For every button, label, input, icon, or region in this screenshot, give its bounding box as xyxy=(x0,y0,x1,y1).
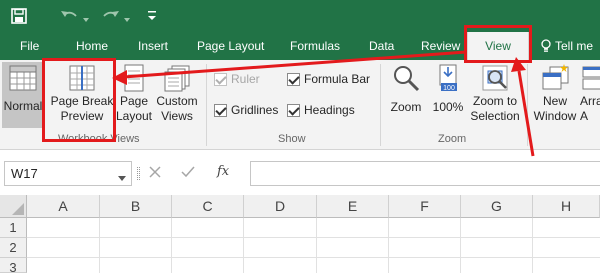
row-header-1[interactable]: 1 xyxy=(0,218,27,238)
gridline xyxy=(316,218,317,273)
formula-controls: fx xyxy=(137,161,247,186)
custom-views-label-line1: Custom xyxy=(156,94,198,108)
page-layout-label-line1: Page xyxy=(119,94,149,108)
zoom-button[interactable]: Zoom xyxy=(386,62,426,115)
enter-check-icon[interactable] xyxy=(181,166,195,181)
insert-function-icon[interactable]: fx xyxy=(217,164,229,179)
formula-input[interactable] xyxy=(250,161,600,186)
new-window-label-line2: Window xyxy=(533,109,577,123)
formula-bar-label: Formula Bar xyxy=(304,72,371,86)
select-all-corner[interactable] xyxy=(0,195,27,218)
normal-view-icon xyxy=(7,62,39,94)
tell-me-search[interactable]: Tell me xyxy=(541,32,593,60)
lightbulb-icon xyxy=(541,39,551,53)
zoom-100-button[interactable]: 100 100% xyxy=(430,62,466,115)
column-header-d[interactable]: D xyxy=(244,195,317,218)
zoom-100-icon: 100 xyxy=(432,62,464,94)
redo-dropdown-icon[interactable] xyxy=(124,12,130,22)
view-tab-highlight-box xyxy=(464,25,532,63)
column-header-e[interactable]: E xyxy=(317,195,389,218)
headings-check-icon xyxy=(287,103,300,117)
formula-bar: W17 fx xyxy=(0,151,600,195)
zoom-100-label: 100% xyxy=(432,100,464,114)
new-window-button[interactable]: New Window xyxy=(532,62,578,124)
zoom-to-selection-button[interactable]: Zoom to Selection xyxy=(468,62,522,124)
customize-qat-icon[interactable] xyxy=(146,9,158,23)
tab-home[interactable]: Home xyxy=(76,32,108,60)
worksheet-grid[interactable]: A B C D E F G H 1 2 3 xyxy=(0,195,600,273)
arrange-all-icon xyxy=(580,62,600,94)
new-window-icon xyxy=(539,62,571,94)
group-divider xyxy=(527,64,528,146)
group-divider xyxy=(380,64,381,146)
redo-icon[interactable] xyxy=(100,5,122,27)
tab-insert[interactable]: Insert xyxy=(138,32,168,60)
ruler-label: Ruler xyxy=(231,72,260,86)
gridline xyxy=(27,257,600,258)
column-header-h[interactable]: H xyxy=(533,195,600,218)
name-box-dropdown-icon[interactable] xyxy=(118,171,128,185)
normal-view-button[interactable]: Normal xyxy=(2,62,44,128)
name-box[interactable]: W17 xyxy=(4,161,132,186)
tab-data[interactable]: Data xyxy=(369,32,394,60)
zoom-label: Zoom xyxy=(390,100,422,114)
gridline xyxy=(243,218,244,273)
undo-dropdown-icon[interactable] xyxy=(83,12,89,22)
gridlines-checkbox[interactable]: Gridlines xyxy=(214,103,278,117)
headings-label: Headings xyxy=(304,103,355,117)
custom-views-icon xyxy=(161,62,193,94)
zoom-100-badge: 100 xyxy=(443,85,455,92)
zoom-group-label: Zoom xyxy=(438,133,467,145)
zoom-to-selection-label-line2: Selection xyxy=(470,109,520,123)
group-divider xyxy=(206,64,207,146)
magnifier-icon xyxy=(390,62,422,94)
column-header-a[interactable]: A xyxy=(27,195,100,218)
column-header-g[interactable]: G xyxy=(461,195,533,218)
formula-bar-check-icon xyxy=(287,72,300,86)
column-header-b[interactable]: B xyxy=(100,195,172,218)
gridline xyxy=(99,218,100,273)
arrange-all-button[interactable]: Arra A xyxy=(580,62,600,124)
arrange-all-label-line1: Arra xyxy=(580,94,600,108)
show-group-label: Show xyxy=(278,133,306,145)
tell-me-label: Tell me xyxy=(555,39,594,53)
row-header-2[interactable]: 2 xyxy=(0,238,27,258)
tab-formulas[interactable]: Formulas xyxy=(290,32,340,60)
page-break-preview-highlight-box xyxy=(42,58,116,142)
formula-bar-checkbox[interactable]: Formula Bar xyxy=(287,72,370,86)
normal-view-label: Normal xyxy=(3,99,43,113)
new-window-label-line1: New xyxy=(542,94,567,108)
zoom-to-selection-icon xyxy=(479,62,511,94)
gridline xyxy=(532,218,533,273)
cancel-icon[interactable] xyxy=(149,166,161,181)
custom-views-label-line2: Views xyxy=(161,109,193,123)
column-header-f[interactable]: F xyxy=(389,195,461,218)
ruler-checkbox[interactable]: Ruler xyxy=(214,72,260,86)
save-icon[interactable] xyxy=(8,5,30,27)
custom-views-button[interactable]: Custom Views xyxy=(154,62,200,124)
row-header-3[interactable]: 3 xyxy=(0,258,27,273)
resize-handle-icon[interactable] xyxy=(137,167,140,180)
column-header-c[interactable]: C xyxy=(172,195,244,218)
zoom-to-selection-label-line1: Zoom to xyxy=(472,94,517,108)
page-layout-label-line2: Layout xyxy=(115,109,153,123)
headings-checkbox[interactable]: Headings xyxy=(287,103,355,117)
gridlines-label: Gridlines xyxy=(231,103,279,117)
tab-file[interactable]: File xyxy=(20,32,39,60)
gridlines-check-icon xyxy=(214,103,227,117)
gridline xyxy=(388,218,389,273)
gridline xyxy=(460,218,461,273)
ruler-check-icon xyxy=(214,72,227,86)
tab-review[interactable]: Review xyxy=(421,32,460,60)
gridline xyxy=(171,218,172,273)
undo-icon[interactable] xyxy=(58,5,80,27)
arrange-all-label-line2: A xyxy=(580,109,589,123)
tab-page-layout[interactable]: Page Layout xyxy=(197,32,264,60)
gridline xyxy=(27,237,600,238)
page-layout-view-icon xyxy=(118,62,150,94)
page-layout-view-button[interactable]: Page Layout xyxy=(114,62,154,124)
